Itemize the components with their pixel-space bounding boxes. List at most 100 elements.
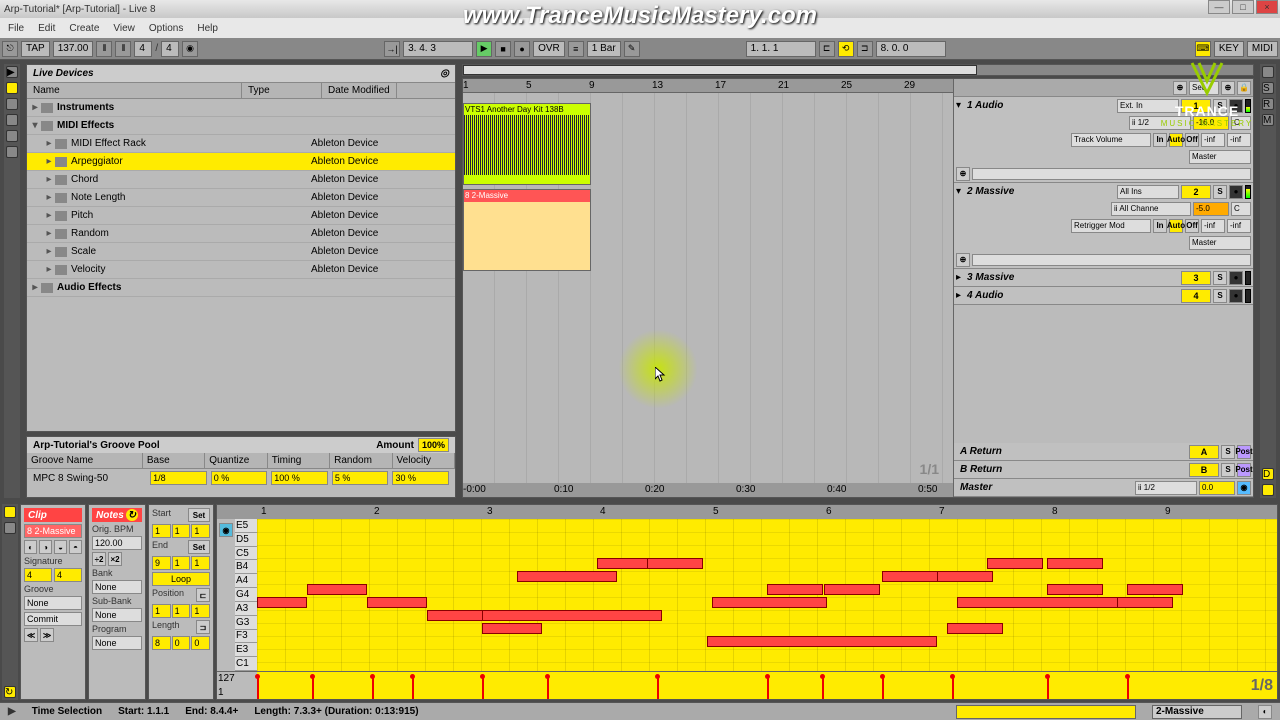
notes-box: Notes↻ Orig. BPM 120.00 ÷2×2 Bank None S… <box>88 504 146 700</box>
nudge-up[interactable]: ⦀ <box>115 41 131 57</box>
hot-swap-icon[interactable]: ↻ <box>4 686 16 698</box>
velocity-lane[interactable]: 1271 <box>217 671 1277 699</box>
browser-refresh-icon[interactable]: ◎ <box>440 68 449 79</box>
browser-tab-3[interactable] <box>6 98 18 110</box>
automation-icon[interactable]: ≡ <box>568 41 584 57</box>
overdub[interactable]: OVR <box>533 41 565 57</box>
time-sig-num[interactable]: 4 <box>134 41 152 57</box>
col-name[interactable]: Name <box>27 83 242 98</box>
tempo-value[interactable]: 137.00 <box>53 41 94 57</box>
browser-tab-devices[interactable] <box>6 82 18 94</box>
menu-edit[interactable]: Edit <box>38 23 55 34</box>
time-ruler[interactable]: -0:000:100:200:300:400:50 <box>463 483 953 497</box>
piano-keys[interactable]: E5D5C5B4A4G4A3G3F3E3C1 <box>235 519 257 671</box>
browser-item[interactable]: ▸Note LengthAbleton Device <box>27 189 455 207</box>
groove-row[interactable]: MPC 8 Swing-50 1/8 0 % 100 % 5 % 30 % <box>27 469 455 487</box>
menu-help[interactable]: Help <box>197 23 218 34</box>
browser-tab-1[interactable]: ▶ <box>6 66 18 78</box>
follow-icon[interactable]: →| <box>384 41 400 57</box>
clip-box: Clip 8 2-Massive ◐◑◒◓ Signature 44 Groov… <box>20 504 86 700</box>
return-a[interactable]: A ReturnASPost <box>954 443 1253 461</box>
url-banner: www.TranceMusicMastery.com <box>463 2 817 30</box>
tap-tempo[interactable]: TAP <box>21 41 50 57</box>
overview[interactable] <box>462 64 1254 76</box>
record-button[interactable]: ● <box>514 41 530 57</box>
punch-out-icon[interactable]: ⊐ <box>857 41 873 57</box>
clip-tab-1[interactable] <box>4 506 16 518</box>
gcol-base: Base <box>143 453 205 468</box>
midi-clip[interactable]: 8 2-Massive <box>463 189 591 271</box>
expand-icon[interactable]: ⊕ <box>956 167 970 181</box>
fold-icon[interactable]: ▾ <box>956 186 961 197</box>
play-button[interactable]: ▶ <box>476 41 492 57</box>
browser-item[interactable]: ▸PitchAbleton Device <box>27 207 455 225</box>
next-icon[interactable]: ≫ <box>40 628 54 642</box>
maximize-button[interactable]: □ <box>1232 0 1254 14</box>
col-date[interactable]: Date Modified <box>322 83 397 98</box>
loop-marker-icon[interactable]: ◉ <box>219 523 233 537</box>
note-grid[interactable] <box>257 519 1277 671</box>
transpose-icon[interactable]: ↻ <box>126 509 138 521</box>
device-name[interactable]: 2-Massive <box>1152 705 1242 719</box>
return-b[interactable]: B ReturnBSPost <box>954 461 1253 479</box>
solo-button[interactable]: S <box>1213 185 1227 199</box>
bar-ruler[interactable]: 1591317212529 <box>463 79 953 93</box>
position[interactable]: 3. 4. 3 <box>403 41 473 57</box>
close-button[interactable]: × <box>1256 0 1278 14</box>
window-title: Arp-Tutorial* [Arp-Tutorial] - Live 8 <box>4 4 156 15</box>
track-2[interactable]: ▾2 MassiveAll Ins2S● ii All Channe-5.0C … <box>954 183 1253 269</box>
time-sig-den[interactable]: 4 <box>161 41 179 57</box>
menu-view[interactable]: View <box>113 23 135 34</box>
browser-item[interactable]: ▸RandomAbleton Device <box>27 225 455 243</box>
track-4[interactable]: ▸4 Audio4S● <box>954 287 1253 305</box>
gcol-name: Groove Name <box>27 453 143 468</box>
device-slot[interactable] <box>956 705 1136 719</box>
menu-file[interactable]: File <box>8 23 24 34</box>
detail-toggle-icon[interactable]: ◐ <box>1258 705 1272 719</box>
browser-tab-4[interactable] <box>6 114 18 126</box>
loop-start[interactable]: 1. 1. 1 <box>746 41 816 57</box>
menu-options[interactable]: Options <box>149 23 183 34</box>
browser-item[interactable]: ▸VelocityAbleton Device <box>27 261 455 279</box>
browser-item[interactable]: ▾MIDI Effects <box>27 117 455 135</box>
arrangement-tracks[interactable]: 1591317212529 VTS1 Another Day Kit 138B … <box>463 79 953 497</box>
browser-item[interactable]: ▸Audio Effects <box>27 279 455 297</box>
punch-in-icon[interactable]: ⊏ <box>819 41 835 57</box>
audio-clip[interactable]: VTS1 Another Day Kit 138B <box>463 103 591 185</box>
browser-item[interactable]: ▸Instruments <box>27 99 455 117</box>
minimize-button[interactable]: — <box>1208 0 1230 14</box>
track-3[interactable]: ▸3 Massive3S● <box>954 269 1253 287</box>
clip-name[interactable]: 8 2-Massive <box>24 524 82 538</box>
master-track[interactable]: Masterii 1/20.0◉ <box>954 479 1253 497</box>
browser-item[interactable]: ▸ArpeggiatorAbleton Device <box>27 153 455 171</box>
arrangement-view: 1591317212529 VTS1 Another Day Kit 138B … <box>462 78 1254 498</box>
draw-icon[interactable]: ✎ <box>624 41 640 57</box>
quantize-menu[interactable]: 1 Bar <box>587 41 621 57</box>
browser-tab-6[interactable] <box>6 146 18 158</box>
metronome-icon[interactable]: ◉ <box>182 41 198 57</box>
loop-length[interactable]: 8. 0. 0 <box>876 41 946 57</box>
amount-value[interactable]: 100% <box>418 438 449 452</box>
browser-item[interactable]: ▸ChordAbleton Device <box>27 171 455 189</box>
browser-tab-5[interactable] <box>6 130 18 142</box>
clip-tab-2[interactable] <box>4 522 16 534</box>
browser-item[interactable]: ▸ScaleAbleton Device <box>27 243 455 261</box>
arm-button[interactable]: ● <box>1229 185 1243 199</box>
piano-ruler[interactable]: 123456789 <box>217 505 1277 519</box>
col-type[interactable]: Type <box>242 83 322 98</box>
amount-label: Amount <box>376 440 414 451</box>
prev-icon[interactable]: ≪ <box>24 628 38 642</box>
nudge-down[interactable]: ⦀ <box>96 41 112 57</box>
stop-button[interactable]: ■ <box>495 41 511 57</box>
browser-item[interactable]: ▸MIDI Effect RackAbleton Device <box>27 135 455 153</box>
loop-box: StartSet 111 EndSet 911 Loop Position⊏ 1… <box>148 504 214 700</box>
menu-create[interactable]: Create <box>69 23 99 34</box>
delay-icon[interactable]: D <box>1262 468 1274 480</box>
expand-icon[interactable]: ⊕ <box>956 253 970 267</box>
play-icon[interactable]: ▶ <box>8 706 16 717</box>
loop-icon[interactable]: ⟲ <box>838 41 854 57</box>
crossfade-icon[interactable] <box>1262 484 1274 496</box>
gcol-random: Random <box>330 453 392 468</box>
fold-icon[interactable]: ▾ <box>956 100 961 111</box>
link-icon[interactable]: ⎋ <box>2 41 18 57</box>
